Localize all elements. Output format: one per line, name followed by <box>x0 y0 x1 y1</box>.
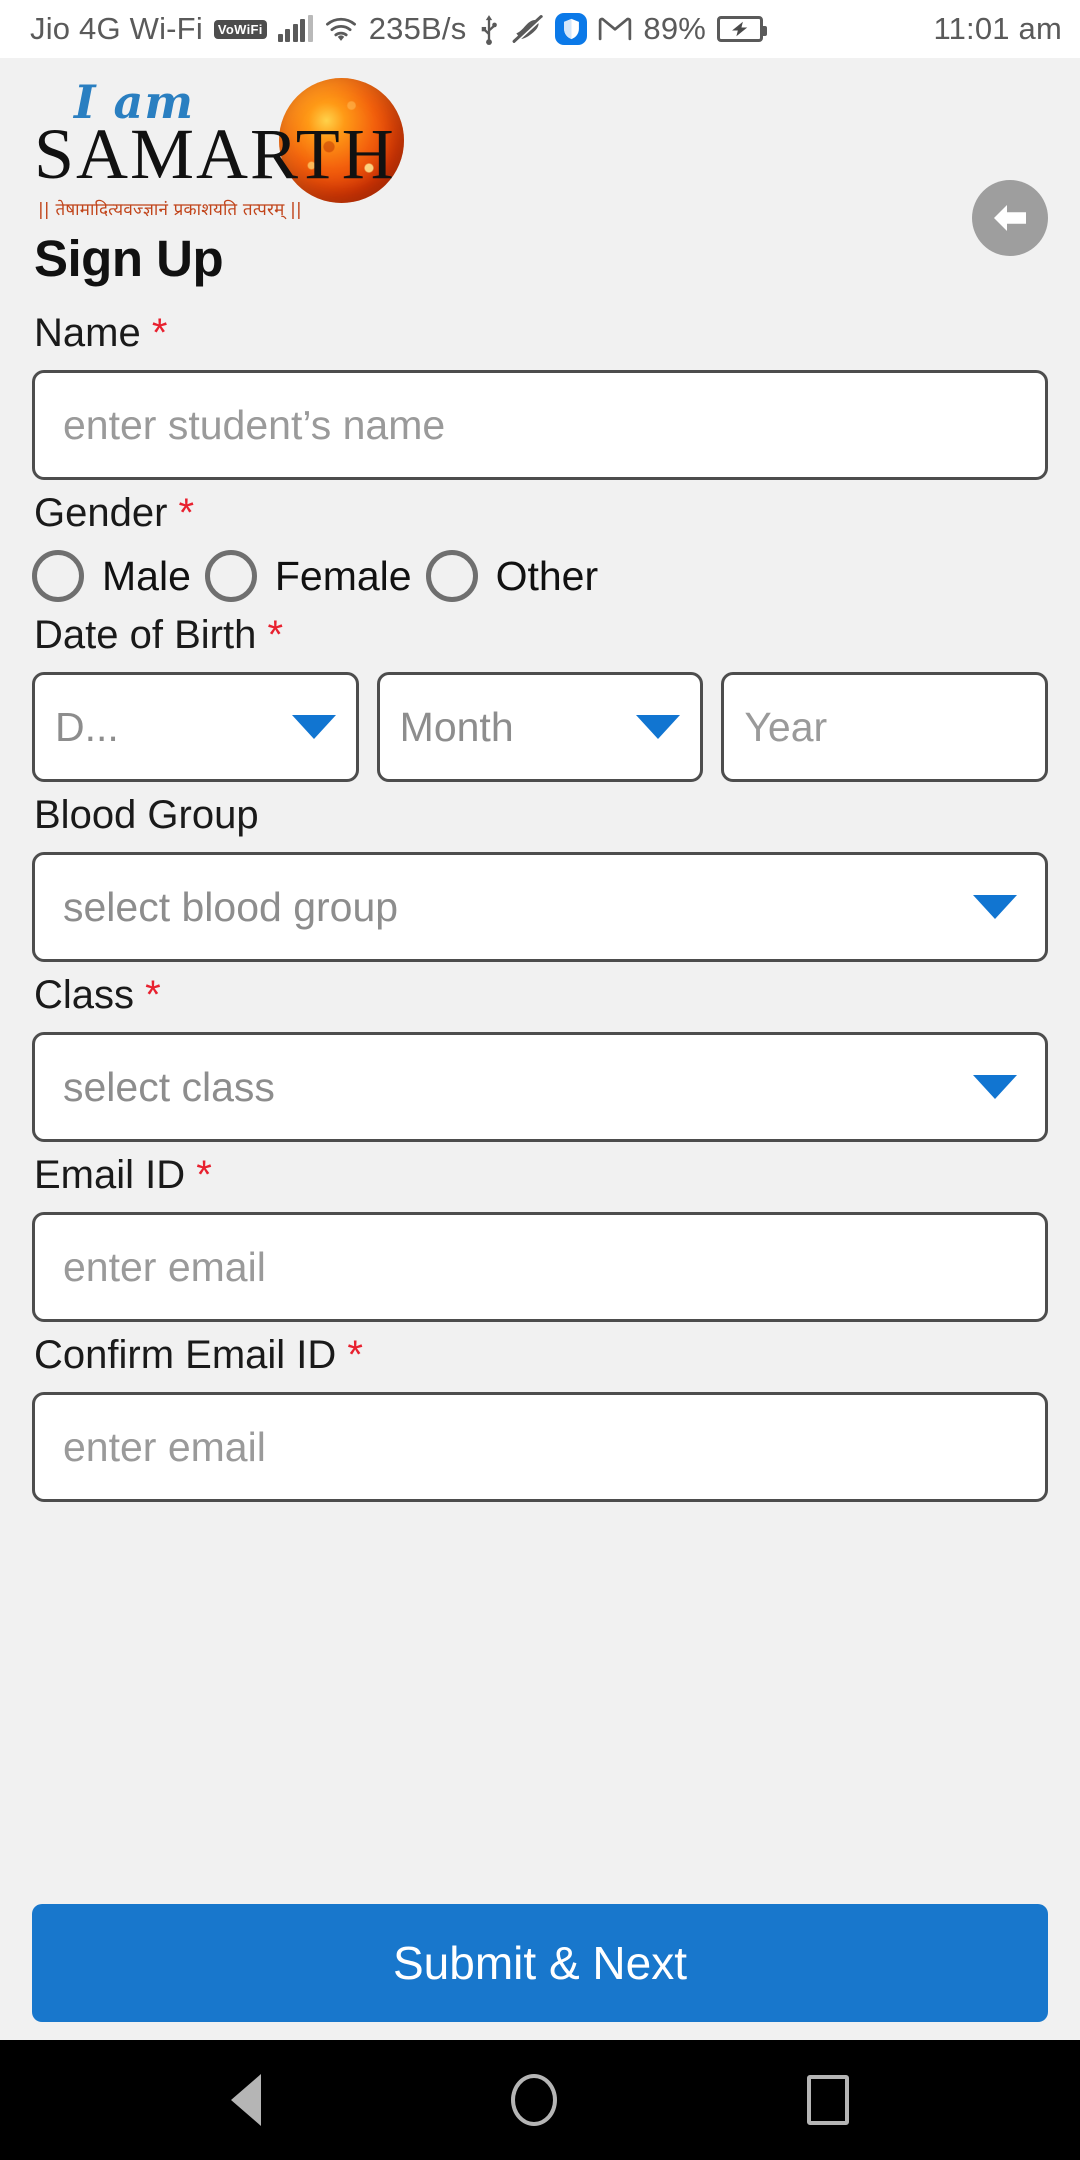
class-required-mark: * <box>145 973 161 1017</box>
logo-wordmark: SAMARTH <box>34 114 396 194</box>
android-nav-bar <box>0 2040 1080 2160</box>
dob-day-select[interactable]: D... <box>32 672 359 782</box>
blood-group-value: select blood group <box>63 883 399 930</box>
field-gender: Gender * Male Female Other <box>32 490 1048 602</box>
dob-required-mark: * <box>267 613 284 657</box>
dob-label-text: Date of Birth <box>34 613 257 657</box>
submit-and-next-button[interactable]: Submit & Next <box>32 1904 1048 2022</box>
clock-label: 11:01 am <box>933 11 1062 46</box>
name-input-placeholder: enter student’s name <box>63 401 446 448</box>
app-header: I am SAMARTH || तेषामादित्यवज्ज्ञानं प्र… <box>0 58 1080 256</box>
signal-bars-icon <box>277 15 313 42</box>
field-class: Class * select class <box>32 972 1048 1142</box>
page-title: Sign Up <box>34 230 224 287</box>
confirm-email-label-text: Confirm Email ID <box>34 1333 337 1377</box>
gender-label: Gender * <box>34 490 1048 536</box>
email-label-text: Email ID <box>34 1153 186 1197</box>
gender-required-mark: * <box>178 491 195 535</box>
name-input[interactable]: enter student’s name <box>32 370 1048 480</box>
dob-row: D... Month Year <box>32 672 1049 782</box>
dob-year-cell: Year <box>721 672 1049 782</box>
phone-screen: Jio 4G Wi-Fi VoWiFi 235B/s 89% 11:01 am … <box>0 0 1080 2160</box>
name-label: Name * <box>34 310 1048 356</box>
chevron-down-icon <box>973 1075 1017 1099</box>
field-name: Name * enter student’s name <box>32 310 1048 480</box>
dob-month-value: Month <box>399 703 514 750</box>
email-label: Email ID * <box>34 1152 1048 1198</box>
nav-recents-icon[interactable] <box>807 2075 849 2125</box>
radio-other-icon[interactable] <box>425 550 478 602</box>
blood-group-label-text: Blood Group <box>34 793 259 837</box>
dob-month-select[interactable]: Month <box>376 672 704 782</box>
signup-form: Sign Up Name * enter student’s name Gend… <box>0 233 1080 1502</box>
status-bar: Jio 4G Wi-Fi VoWiFi 235B/s 89% 11:01 am <box>0 0 1080 58</box>
gender-label-text: Gender <box>34 491 168 535</box>
gender-option-other[interactable]: Other <box>425 550 613 602</box>
name-required-mark: * <box>151 311 168 355</box>
gmail-icon <box>598 16 632 42</box>
chevron-down-icon <box>291 715 336 739</box>
wifi-icon <box>324 15 358 43</box>
back-button[interactable] <box>972 180 1048 256</box>
battery-charging-icon <box>717 16 768 42</box>
blood-group-label: Blood Group <box>34 792 1048 838</box>
dob-label: Date of Birth * <box>34 612 1048 658</box>
name-label-text: Name <box>34 311 141 355</box>
dob-day-value: D... <box>55 703 119 750</box>
class-label: Class * <box>34 972 1048 1018</box>
app-content: I am SAMARTH || तेषामादित्यवज्ज्ञानं प्र… <box>0 58 1080 2040</box>
gender-radio-group: Male Female Other <box>32 550 1048 602</box>
gender-option-female[interactable]: Female <box>204 550 426 602</box>
field-confirm-email: Confirm Email ID * enter email <box>32 1332 1048 1502</box>
field-date-of-birth: Date of Birth * D... Month Year <box>32 612 1049 782</box>
blood-group-select[interactable]: select blood group <box>32 852 1048 962</box>
dob-year-placeholder: Year <box>744 703 828 750</box>
gender-option-male-label: Male <box>102 552 191 599</box>
class-value: select class <box>63 1063 275 1110</box>
vowifi-badge: VoWiFi <box>213 19 267 39</box>
dob-year-input[interactable]: Year <box>721 672 1049 782</box>
dob-month-cell: Month <box>376 672 704 782</box>
radio-male-icon[interactable] <box>32 550 84 602</box>
email-required-mark: * <box>196 1153 212 1197</box>
logo-sanskrit-motto: || तेषामादित्यवज्ज्ञानं प्रकाशयति तत्परम… <box>38 200 302 220</box>
nav-back-icon[interactable] <box>231 2074 261 2126</box>
email-input[interactable]: enter email <box>32 1212 1048 1322</box>
dob-day-cell: D... <box>32 672 359 782</box>
class-label-text: Class <box>34 973 135 1017</box>
nav-home-icon[interactable] <box>511 2074 557 2126</box>
usb-icon <box>477 13 501 45</box>
mute-icon <box>512 14 544 44</box>
confirm-email-input-placeholder: enter email <box>63 1423 266 1470</box>
battery-percent-label: 89% <box>643 11 707 46</box>
field-blood-group: Blood Group select blood group <box>32 792 1048 962</box>
samarth-logo: I am SAMARTH || तेषामादित्यवज्ज्ञानं प्र… <box>34 73 404 223</box>
field-email: Email ID * enter email <box>32 1152 1048 1322</box>
confirm-email-input[interactable]: enter email <box>32 1392 1048 1502</box>
gender-option-male[interactable]: Male <box>32 550 205 602</box>
class-select[interactable]: select class <box>32 1032 1048 1142</box>
shield-icon <box>555 13 588 45</box>
gender-option-female-label: Female <box>274 552 412 599</box>
arrow-left-icon <box>994 205 1026 231</box>
gender-option-other-label: Other <box>495 552 599 599</box>
carrier-label: Jio 4G Wi-Fi <box>30 11 203 46</box>
radio-female-icon[interactable] <box>204 550 257 602</box>
confirm-email-required-mark: * <box>347 1333 363 1377</box>
data-rate-label: 235B/s <box>368 11 467 46</box>
chevron-down-icon <box>973 895 1017 919</box>
chevron-down-icon <box>636 715 681 739</box>
email-input-placeholder: enter email <box>63 1243 266 1290</box>
confirm-email-label: Confirm Email ID * <box>34 1332 1048 1378</box>
